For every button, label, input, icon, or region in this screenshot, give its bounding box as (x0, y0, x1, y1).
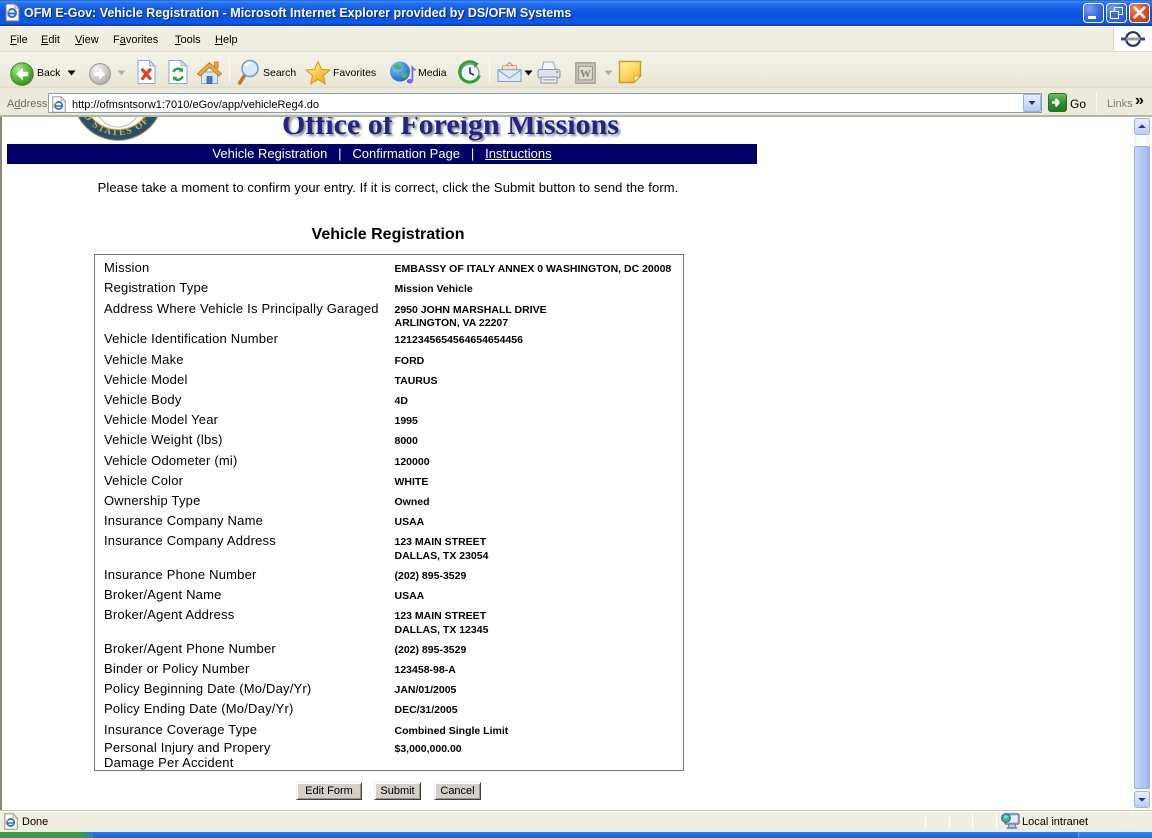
svg-text:D STATES OF AM: D STATES OF AM (72, 117, 154, 138)
svg-text:W: W (580, 68, 591, 80)
